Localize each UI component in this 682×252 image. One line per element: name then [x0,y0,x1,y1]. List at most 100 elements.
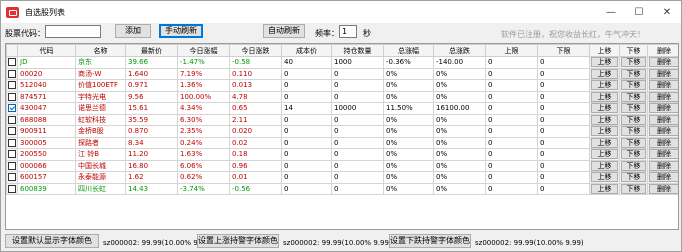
delete-button[interactable]: 删除 [649,103,678,114]
move-up-button[interactable]: 上移 [591,80,618,91]
default-color-button[interactable]: 设置默认显示字体颜色 [5,234,99,248]
move-down-button[interactable]: 下移 [621,57,646,68]
move-down-button[interactable]: 下移 [621,172,646,183]
move-up-button[interactable]: 上移 [591,114,618,125]
row-select-cell[interactable] [6,159,18,172]
auto-refresh-button[interactable]: 自动刷新 [263,24,305,38]
column-header[interactable]: 上移 [589,44,620,57]
row-select-cell[interactable] [6,67,18,80]
frequency-input[interactable]: 1 [339,25,357,38]
column-header[interactable]: 名称 [75,44,126,57]
table-row[interactable]: 900911 金桥B股 0.870 2.35% 0.020 0 0 0% 0% 0 0 上移 下移 删除 [6,125,678,138]
maximize-button[interactable]: ☐ [625,1,653,23]
add-button[interactable]: 添加 [115,24,151,38]
table-row[interactable]: JD 京东 39.66 -1.47% -0.58 40 1000 -0.36% -140.00 0… [6,56,678,69]
down-color-button[interactable]: 设置下跌持警字体颜色 [389,234,471,248]
delete-button[interactable]: 删除 [649,114,678,125]
row-checkbox[interactable] [8,161,16,170]
move-down-button[interactable]: 下移 [621,160,646,171]
row-checkbox[interactable] [8,138,16,147]
row-select-cell[interactable] [6,125,18,138]
move-down-button[interactable]: 下移 [621,126,646,137]
row-select-cell[interactable] [6,148,18,161]
table-row[interactable]: 430047 诺思兰德 15.61 4.34% 0.65 14 10000 11.50% 161… [6,102,678,115]
table-row[interactable]: 00020 商汤-W 1.640 7.19% 0.110 0 0 0% 0% 0 0 上移 下移 删除 [6,67,678,80]
row-checkbox[interactable] [8,115,16,124]
column-header[interactable]: 总涨幅 [383,44,434,57]
row-checkbox[interactable] [8,184,16,193]
move-down-button[interactable]: 下移 [621,68,646,79]
move-down-button[interactable]: 下移 [621,149,646,160]
delete-button[interactable]: 删除 [649,137,678,148]
table-row[interactable]: 200550 江 铃B 11.20 1.63% 0.18 0 0 0% 0% 0 0 上移 下移 删除 [6,148,678,161]
move-up-button[interactable]: 上移 [591,137,618,148]
watchlist-grid: 代码 名称 最新价 今日涨幅 今日涨跌 成本价 持仓数量 总涨幅 总涨跌 上限 … [5,43,679,230]
row-select-cell[interactable] [6,182,18,195]
delete-button[interactable]: 删除 [649,160,678,171]
table-row[interactable]: 688088 虹软科技 35.59 6.30% 2.11 0 0 0% 0% 0 0 上移 下移 删除 [6,113,678,126]
table-row[interactable]: 600839 四川长虹 14.43 -3.74% -0.56 0 0 0% 0% 0 0 上移 下移 删除 [6,182,678,195]
column-header[interactable]: 今日涨跌 [229,44,282,57]
move-down-button[interactable]: 下移 [621,80,646,91]
move-up-button[interactable]: 上移 [591,126,618,137]
column-header[interactable]: 成本价 [281,44,332,57]
delete-button[interactable]: 删除 [649,68,678,79]
stock-code-input[interactable] [45,25,101,38]
column-header[interactable]: 总涨跌 [433,44,486,57]
manual-refresh-button[interactable]: 手动刷新 [159,24,203,38]
column-header[interactable]: 最新价 [125,44,178,57]
row-checkbox[interactable] [8,92,16,101]
row-checkbox[interactable] [8,150,16,159]
delete-button[interactable]: 删除 [649,183,678,194]
table-row[interactable]: 512040 价值100ETF 0.971 1.36% 0.013 0 0 0% 0% 0 0 上移下… [6,79,678,92]
row-select-cell[interactable] [6,113,18,126]
table-row[interactable]: 600157 永泰能源 1.62 0.62% 0.01 0 0 0% 0% 0 0 上移 下移 删除 [6,171,678,184]
row-checkbox[interactable] [8,81,16,90]
row-checkbox[interactable] [8,104,16,113]
move-up-button[interactable]: 上移 [591,57,618,68]
move-down-button[interactable]: 下移 [621,114,646,125]
move-up-button[interactable]: 上移 [591,68,618,79]
delete-button[interactable]: 删除 [649,126,678,137]
row-select-cell[interactable] [6,79,18,92]
column-header[interactable]: 代码 [17,44,76,57]
row-select-cell[interactable] [6,102,18,115]
row-checkbox[interactable] [8,127,16,136]
table-row[interactable]: 874571 宇特光电 9.56 100.00% 4.78 0 0 0% 0% 0 0 上移 下移 删除 [6,90,678,103]
registration-hint: 软件已注册，祝您收益长红，牛气冲天！ [501,30,645,39]
table-row[interactable]: 300005 探路者 8.34 0.24% 0.02 0 0 0% 0% 0 0 上移 下移 删除 [6,136,678,149]
move-down-button[interactable]: 下移 [621,103,646,114]
column-header[interactable]: 上限 [485,44,538,57]
row-select-cell[interactable] [6,136,18,149]
move-up-button[interactable]: 上移 [591,149,618,160]
delete-button[interactable]: 删除 [649,57,678,68]
move-down-button[interactable]: 下移 [621,137,646,148]
row-checkbox[interactable] [8,58,16,67]
delete-button[interactable]: 删除 [649,149,678,160]
row-change-pct: 0.62% [177,171,230,184]
column-header[interactable]: 下移 [619,44,648,57]
delete-button[interactable]: 删除 [649,80,678,91]
table-row[interactable]: 000066 中国长城 16.80 6.06% 0.96 0 0 0% 0% 0 0 上移 下移 删除 [6,159,678,172]
move-up-button[interactable]: 上移 [591,103,618,114]
column-header[interactable]: 下限 [537,44,590,57]
close-button[interactable]: ✕ [653,1,681,23]
column-header[interactable]: 持仓数量 [331,44,384,57]
move-up-button[interactable]: 上移 [591,160,618,171]
delete-button[interactable]: 删除 [649,172,678,183]
move-up-button[interactable]: 上移 [591,183,618,194]
delete-button[interactable]: 删除 [649,91,678,102]
move-up-button[interactable]: 上移 [591,172,618,183]
up-color-button[interactable]: 设置上涨持警字体颜色 [197,234,279,248]
row-select-cell[interactable] [6,90,18,103]
row-checkbox[interactable] [8,69,16,78]
row-select-cell[interactable] [6,56,18,69]
column-header[interactable]: 删除 [647,44,678,57]
row-select-cell[interactable] [6,171,18,184]
column-header[interactable]: 今日涨幅 [177,44,230,57]
minimize-button[interactable]: — [597,1,625,23]
move-down-button[interactable]: 下移 [621,183,646,194]
move-down-button[interactable]: 下移 [621,91,646,102]
row-checkbox[interactable] [8,173,16,182]
move-up-button[interactable]: 上移 [591,91,618,102]
